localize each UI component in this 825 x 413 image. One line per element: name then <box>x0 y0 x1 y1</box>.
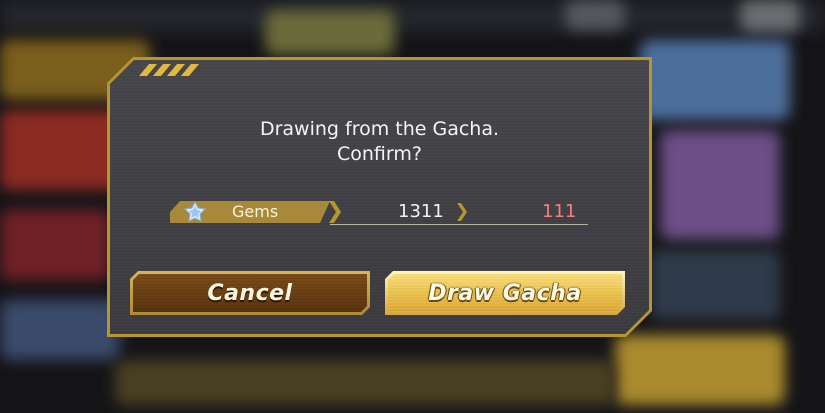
current-gems: 1311 <box>398 201 444 222</box>
cost-row-divider <box>330 224 588 225</box>
gem-icon <box>184 201 206 222</box>
gems-after-draw: 111 <box>542 201 577 222</box>
draw-gacha-button[interactable]: Draw Gacha <box>385 271 625 315</box>
cancel-button-label: Cancel <box>207 280 293 306</box>
message-line-2: Confirm? <box>337 143 422 165</box>
message-line-1: Drawing from the Gacha. <box>259 118 500 140</box>
cancel-button[interactable]: Cancel <box>130 271 370 315</box>
draw-gacha-button-label: Draw Gacha <box>428 280 582 306</box>
dialog-message: Drawing from the Gacha. Confirm? <box>107 117 652 167</box>
chevron-right-icon <box>457 203 467 221</box>
currency-label: Gems <box>232 202 279 221</box>
dialog-accent-stripes <box>138 64 202 76</box>
chevron-right-icon <box>329 201 341 223</box>
